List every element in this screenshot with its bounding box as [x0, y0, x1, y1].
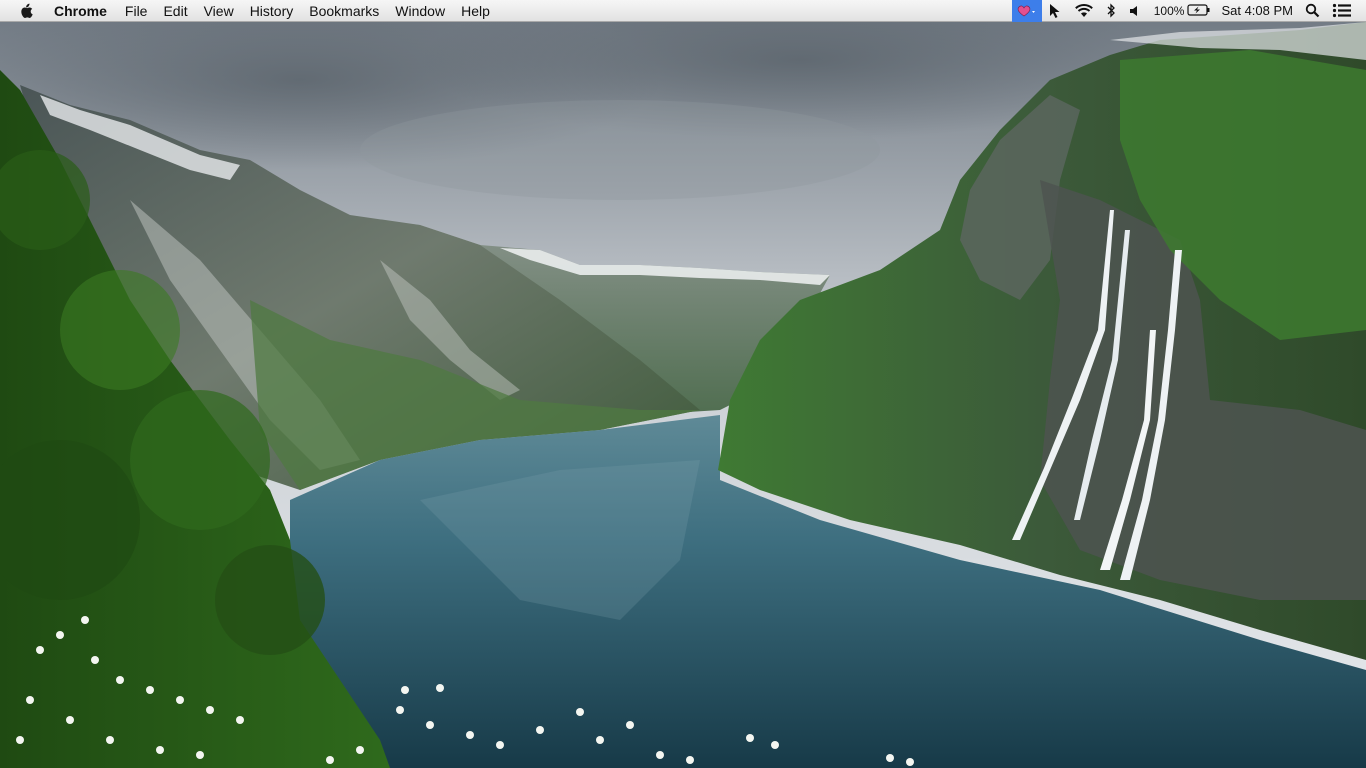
apple-logo-icon[interactable]	[18, 2, 34, 20]
menu-view[interactable]: View	[196, 0, 242, 22]
battery-charging-icon	[1187, 3, 1211, 19]
notification-center-icon[interactable]	[1326, 0, 1358, 22]
menu-window[interactable]: Window	[387, 0, 453, 22]
battery-percent: 100%	[1153, 3, 1185, 18]
menu-bar: Chrome File Edit View History Bookmarks …	[0, 0, 1366, 22]
menu-file[interactable]: File	[117, 0, 156, 22]
menu-bookmarks[interactable]: Bookmarks	[301, 0, 387, 22]
menu-clock[interactable]: Sat 4:08 PM	[1215, 0, 1299, 22]
menu-help[interactable]: Help	[453, 0, 498, 22]
volume-icon[interactable]	[1122, 0, 1148, 22]
desktop-wallpaper	[0, 0, 1366, 768]
battery-status[interactable]: 100%	[1148, 3, 1216, 19]
wifi-icon[interactable]	[1068, 0, 1100, 22]
desktop: Chrome File Edit View History Bookmarks …	[0, 0, 1366, 768]
spotlight-search-icon[interactable]	[1299, 0, 1326, 22]
menu-app-name[interactable]: Chrome	[54, 0, 115, 22]
cursor-arrow-icon[interactable]	[1042, 0, 1068, 22]
bluetooth-icon[interactable]	[1100, 0, 1122, 22]
menu-bar-left: Chrome File Edit View History Bookmarks …	[0, 0, 1012, 22]
menu-edit[interactable]: Edit	[155, 0, 195, 22]
pink-heart-app-icon[interactable]	[1011, 0, 1042, 22]
menu-history[interactable]: History	[242, 0, 302, 22]
menu-bar-status-area: 100% Sat 4:08 PM	[1011, 0, 1366, 22]
